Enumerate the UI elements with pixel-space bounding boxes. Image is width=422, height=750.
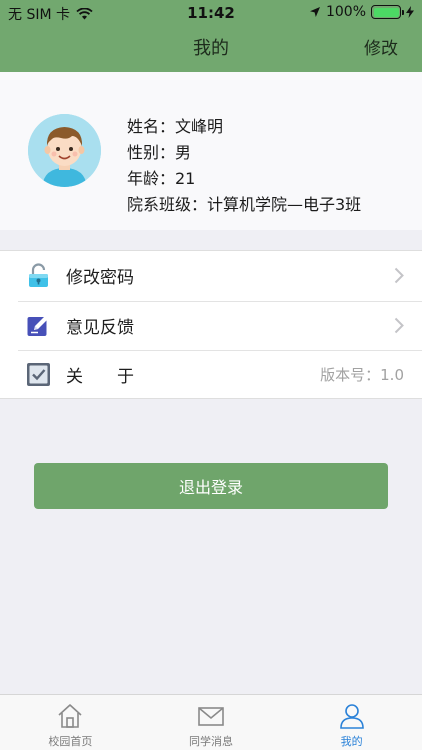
age-row: 年龄：21	[127, 169, 196, 188]
person-icon	[339, 704, 364, 729]
change-password-label: 修改密码	[66, 268, 134, 289]
profile-card: 姓名：文峰明 性别：男 年龄：21 院系班级：计算机学院—电子3班	[0, 72, 422, 230]
mail-icon	[198, 707, 224, 726]
location-arrow-icon	[309, 7, 320, 17]
tab-messages[interactable]: 同学消息	[141, 695, 282, 750]
class-row: 院系班级：计算机学院—电子3班	[127, 195, 362, 214]
about-label: 关 于	[66, 367, 134, 388]
tab-messages-label: 同学消息	[189, 735, 233, 748]
checkbox-icon	[27, 363, 50, 387]
chevron-right-icon	[394, 317, 404, 333]
battery-percent: 100%	[325, 4, 366, 20]
gender-row: 性别：男	[127, 143, 192, 162]
profile-info: 姓名：文峰明 性别：男 年龄：21 院系班级：计算机学院—电子3班	[127, 114, 361, 218]
version-label: 版本号：1.0	[320, 366, 404, 385]
change-password-item[interactable]: 修改密码	[0, 251, 422, 301]
settings-menu: 修改密码 意见反馈 关 于 版本号：1.0	[0, 250, 422, 399]
edit-note-icon	[27, 314, 49, 336]
header: 无 SIM 卡 11:42 100% 我的 修改	[0, 0, 422, 72]
tab-bar: 校园首页 同学消息 我的	[0, 694, 422, 750]
about-item[interactable]: 关 于 版本号：1.0	[0, 350, 422, 400]
avatar-boy-icon	[28, 114, 101, 187]
tab-home-label: 校园首页	[48, 735, 93, 748]
battery-level	[373, 7, 399, 17]
tab-mine[interactable]: 我的	[281, 695, 422, 750]
avatar	[28, 114, 101, 187]
edit-button[interactable]: 修改	[364, 34, 398, 59]
feedback-item[interactable]: 意见反馈	[0, 300, 422, 351]
home-icon	[58, 704, 82, 728]
chevron-right-icon	[394, 267, 404, 284]
status-bar: 无 SIM 卡 11:42 100%	[0, 0, 422, 24]
page-title: 我的	[193, 38, 229, 59]
charging-icon	[406, 6, 414, 18]
battery-icon	[371, 5, 404, 19]
tab-home[interactable]: 校园首页	[0, 695, 141, 750]
logout-button[interactable]: 退出登录	[34, 463, 388, 509]
name-row: 姓名：文峰明	[127, 117, 224, 136]
feedback-label: 意见反馈	[66, 317, 134, 338]
status-right: 100%	[309, 4, 414, 20]
unlock-icon	[29, 263, 48, 288]
tab-mine-label: 我的	[340, 735, 363, 748]
